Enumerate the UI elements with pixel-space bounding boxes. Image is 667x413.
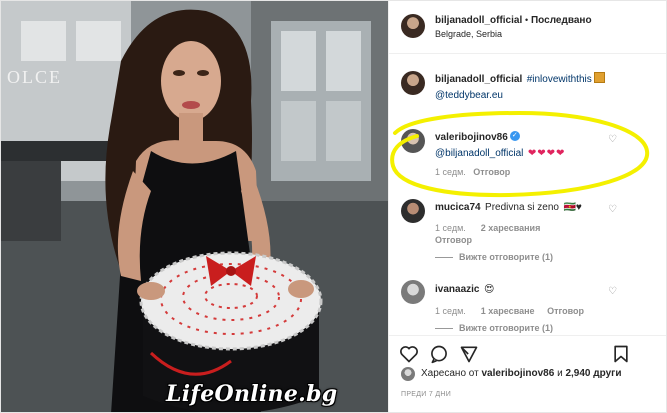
comment-meta: 1 седм. 1 харесване Отговор	[435, 306, 584, 316]
comment-time[interactable]: 1 седм.	[435, 306, 466, 316]
comment-text: Predivna si zeno	[485, 202, 559, 213]
gift-icon	[593, 72, 605, 84]
post-timestamp[interactable]: ПРЕДИ 7 ДНИ	[401, 391, 451, 398]
follow-status-button[interactable]: Последвано	[531, 15, 592, 26]
comment-likes-count[interactable]: 2 харесвания	[481, 223, 541, 233]
caption-username[interactable]: biljanadoll_official	[435, 74, 522, 85]
liker-avatar[interactable]	[401, 367, 415, 381]
comment-meta: 1 седм. Отговор	[435, 167, 510, 177]
comment-icon[interactable]	[429, 344, 449, 364]
comment-avatar[interactable]	[401, 280, 425, 304]
comment-emoji: 😍	[483, 284, 495, 295]
likes-user[interactable]: valeribojinov86	[481, 368, 554, 379]
likes-suffix[interactable]: други	[593, 368, 621, 379]
verified-badge-icon: ✓	[509, 130, 520, 141]
comment-meta: 1 седм. 2 харесвания	[435, 223, 540, 233]
comment-item: ivanaazic 😍	[435, 281, 494, 297]
view-replies-label[interactable]: Вижте отговорите (1)	[459, 252, 553, 262]
post-header: biljanadoll_official • Последвано Belgra…	[389, 1, 666, 54]
likes-summary: Харесано от valeribojinov86 и 2,940 друг…	[421, 368, 621, 379]
author-avatar[interactable]	[401, 14, 425, 38]
comment-item: mucica74 Predivna si zeno 🇸🇷♥	[435, 199, 582, 215]
likes-count-button[interactable]: 2,940 други	[565, 368, 621, 379]
comment-emoji: 🇸🇷♥	[563, 202, 582, 213]
likes-middle: и	[557, 368, 563, 379]
caption-avatar[interactable]	[401, 71, 425, 95]
comment-avatar[interactable]	[401, 199, 425, 223]
caption-mention[interactable]: @teddybear.eu	[435, 90, 503, 101]
comment-like-heart-icon[interactable]: ♡	[608, 204, 617, 215]
comment-time[interactable]: 1 седм.	[435, 223, 466, 233]
comment-item: valeribojinov86 ✓ @biljanadoll_official ❤…	[435, 129, 565, 161]
comment-likes-count[interactable]: 1 харесване	[481, 306, 535, 316]
action-bar	[389, 335, 666, 370]
storefront-sign: OLCE	[7, 67, 62, 87]
likes-prefix: Харесано от	[421, 368, 479, 379]
replies-dash	[435, 328, 453, 330]
caption-hashtag[interactable]: #inlovewiththis	[527, 74, 592, 85]
caption: biljanadoll_official #inlovewiththis @te…	[435, 71, 660, 103]
watermark: LifeOnline.bg	[166, 381, 338, 407]
comment-username[interactable]: ivanaazic	[435, 284, 479, 295]
comment-mention[interactable]: @biljanadoll_official	[435, 148, 523, 159]
view-replies-button[interactable]: Вижте отговорите (1)	[435, 252, 553, 262]
heart-icon[interactable]	[399, 344, 419, 364]
header-line: biljanadoll_official • Последвано	[435, 15, 592, 26]
view-replies-label[interactable]: Вижте отговорите (1)	[459, 323, 553, 333]
comment-hearts: ❤❤❤❤	[527, 148, 566, 159]
comment-like-heart-icon[interactable]: ♡	[608, 134, 617, 145]
replies-dash	[435, 257, 453, 259]
comment-avatar[interactable]	[401, 129, 425, 153]
post-side-panel: biljanadoll_official • Последвано Belgra…	[388, 1, 666, 412]
instagram-post: OLCE LifeOnline.bg biljanadoll_official …	[0, 0, 667, 413]
location-link[interactable]: Belgrade, Serbia	[435, 29, 502, 39]
reply-button[interactable]: Отговор	[473, 167, 510, 177]
comment-like-heart-icon[interactable]: ♡	[608, 286, 617, 297]
reply-button[interactable]: Отговор	[547, 306, 584, 316]
share-icon[interactable]	[459, 344, 479, 364]
reply-button[interactable]: Отговор	[435, 235, 472, 245]
post-photo[interactable]: OLCE LifeOnline.bg	[1, 1, 388, 412]
separator-dot: •	[525, 15, 529, 25]
photo-illustration	[1, 1, 388, 412]
view-replies-button[interactable]: Вижте отговорите (1)	[435, 323, 553, 333]
comment-username[interactable]: valeribojinov86	[435, 132, 508, 143]
bookmark-icon[interactable]	[611, 344, 631, 364]
likes-count[interactable]: 2,940	[565, 368, 590, 379]
author-username[interactable]: biljanadoll_official	[435, 15, 522, 26]
comment-username[interactable]: mucica74	[435, 202, 481, 213]
comment-time[interactable]: 1 седм.	[435, 167, 466, 177]
